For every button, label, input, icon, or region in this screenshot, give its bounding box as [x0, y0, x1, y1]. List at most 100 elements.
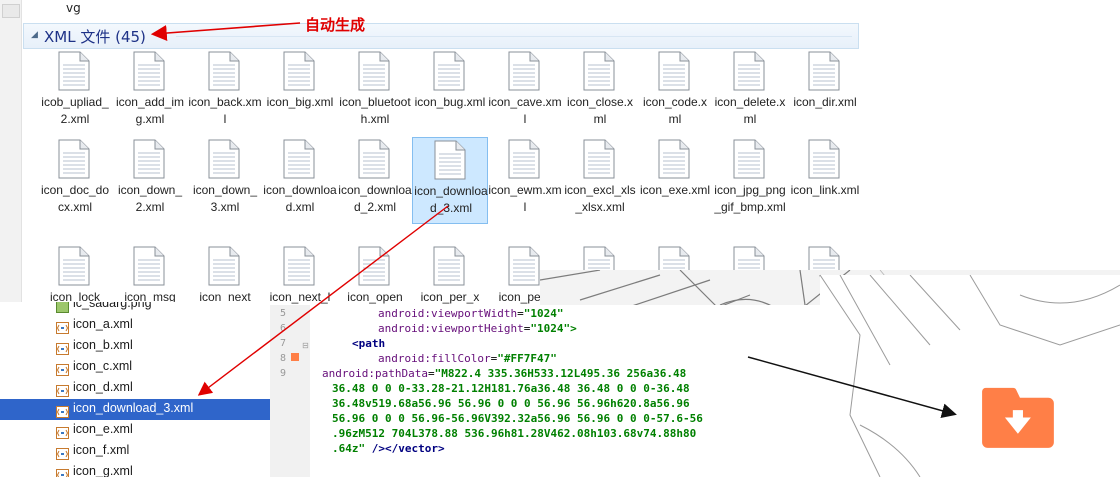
file-item[interactable]: icon_open [337, 244, 413, 305]
file-item[interactable]: icon_lock [37, 244, 113, 305]
code-line-viewport-width: android:viewportWidth="1024" [378, 307, 564, 320]
xml-file-icon [133, 139, 165, 179]
xml-file-icon [583, 51, 615, 91]
file-label: icon_back.xml [188, 95, 262, 126]
code-line-fill-color: android:fillColor="#FF7F47" [378, 352, 557, 365]
file-item[interactable]: icon_exe.xml [637, 137, 713, 233]
file-item[interactable]: icon_excl_xls_xlsx.xml [562, 137, 638, 233]
file-item[interactable]: icon_download_3.xml [412, 137, 488, 224]
file-item[interactable]: icon_dir.xml [787, 49, 860, 145]
xml-file-icon [358, 246, 390, 286]
file-item[interactable]: icon_per_x [412, 244, 488, 305]
xml-file-icon [208, 51, 240, 91]
file-item[interactable]: icon_next_l [262, 244, 338, 305]
file-label: icon_download.xml [263, 183, 337, 214]
file-item[interactable]: icon_big.xml [262, 49, 338, 145]
xml-file-icon [433, 246, 465, 286]
file-item[interactable]: icon_close.xml [562, 49, 638, 145]
file-item[interactable]: icob_upliad_2.xml [37, 49, 113, 145]
tree-item[interactable]: icon_f.xml [0, 441, 270, 462]
file-label: icon_bug.xml [414, 95, 486, 109]
file-item[interactable]: icon_jpg_png_gif_bmp.xml [712, 137, 788, 233]
editor-gutter: 5 6 7 8 9 ⊟ [270, 305, 310, 477]
file-item[interactable]: icon_code.xml [637, 49, 713, 145]
file-item[interactable]: icon_bug.xml [412, 49, 488, 145]
file-label: icon_dir.xml [793, 95, 857, 109]
xml-file-icon [56, 361, 69, 376]
file-item[interactable]: icon_doc_docx.xml [37, 137, 113, 233]
tree-item[interactable]: icon_download_3.xml [0, 399, 270, 420]
tree-item-label: icon_f.xml [73, 443, 130, 457]
xml-file-icon [733, 139, 765, 179]
file-item[interactable]: icon_download_2.xml [337, 137, 413, 233]
code-attr: android:viewportHeight [378, 322, 524, 335]
file-label: icon_link.xml [790, 183, 860, 197]
code-attr: android:fillColor [378, 352, 491, 365]
tree-item-label: ic_sadarg.png [73, 302, 152, 310]
file-item[interactable]: icon_download.xml [262, 137, 338, 233]
previous-item-label: vg [66, 1, 81, 15]
auto-generated-annotation: 自动生成 [305, 16, 366, 34]
xml-file-icon [58, 51, 90, 91]
image-file-icon [56, 302, 69, 313]
file-item[interactable]: icon_down_3.xml [187, 137, 263, 233]
xml-file-icon [58, 246, 90, 286]
xml-file-icon [508, 139, 540, 179]
file-label: icon_exe.xml [639, 183, 711, 197]
tree-item-label: icon_d.xml [73, 380, 133, 394]
strip-item[interactable] [2, 4, 20, 18]
code-value: .96zM512 704L378.88 536.96h81.28V462.08h… [332, 427, 697, 440]
file-label: icon_excl_xls_xlsx.xml [564, 183, 636, 214]
tree-item[interactable]: icon_b.xml [0, 336, 270, 357]
file-label: icon_close.xml [566, 95, 634, 126]
collapse-arrow-icon[interactable]: ◢ [31, 30, 38, 40]
file-item[interactable]: icon_delete.xml [712, 49, 788, 145]
tree-item-label: icon_download_3.xml [73, 401, 194, 415]
code-value: "1024"> [530, 322, 577, 335]
file-label: icon_per_x [420, 290, 480, 304]
xml-group-header[interactable]: ◢ XML 文件 (45) [23, 23, 859, 49]
code-value: "M822.4 335.36H533.12L495.36 256a36.48 [434, 367, 687, 380]
fill-color-swatch[interactable] [291, 353, 299, 361]
fold-icon[interactable]: ⊟ [302, 341, 309, 350]
file-label: icon_download_3.xml [414, 184, 488, 215]
file-item[interactable]: icon_cave.xml [487, 49, 563, 145]
file-label: icob_upliad_2.xml [41, 95, 109, 126]
code-line-path-open: <path [352, 336, 385, 351]
xml-file-icon [58, 139, 90, 179]
tree-item[interactable]: icon_d.xml [0, 378, 270, 399]
xml-file-icon [283, 51, 315, 91]
file-label: icon_next_l [269, 290, 331, 304]
tree-item[interactable]: icon_g.xml [0, 462, 270, 477]
xml-file-icon [583, 139, 615, 179]
file-item[interactable]: icon_add_img.xml [112, 49, 188, 145]
file-item[interactable]: icon_next [187, 244, 263, 305]
tree-item[interactable]: ic_sadarg.png [0, 302, 270, 315]
tree-item[interactable]: icon_e.xml [0, 420, 270, 441]
file-item[interactable]: icon_bluetooth.xml [337, 49, 413, 145]
file-label: icon_open [347, 290, 403, 304]
code-tag: <path [352, 337, 386, 350]
file-item[interactable]: icon_ewm.xml [487, 137, 563, 233]
code-editor[interactable]: 5 6 7 8 9 ⊟ android:viewportWidth="1024"… [270, 305, 820, 477]
file-item[interactable]: icon_link.xml [787, 137, 860, 233]
project-tree: ic_sadarg.png icon_a.xml icon_b.xml icon_c.… [0, 302, 270, 477]
tree-item[interactable]: icon_a.xml [0, 315, 270, 336]
code-value: .64z" [332, 442, 366, 455]
code-line-viewport-height: android:viewportHeight="1024"> [378, 322, 577, 335]
code-value: "#FF7F47" [497, 352, 557, 365]
file-item[interactable]: icon_back.xml [187, 49, 263, 145]
tree-item-label: icon_e.xml [73, 422, 133, 436]
code-line-path-close: .64z" /></vector> [332, 441, 445, 456]
file-label: icon_down_2.xml [117, 183, 183, 214]
file-item[interactable]: icon_msg [112, 244, 188, 305]
xml-file-icon [508, 246, 540, 286]
folder-shape [982, 387, 1054, 448]
line-number: 7 [279, 338, 286, 349]
file-item[interactable]: icon_down_2.xml [112, 137, 188, 233]
code-attr: android:pathData [322, 367, 428, 380]
file-label: icon_code.xml [642, 95, 708, 126]
xml-file-icon [208, 139, 240, 179]
tree-item[interactable]: icon_c.xml [0, 357, 270, 378]
tree-item-label: icon_a.xml [73, 317, 133, 331]
